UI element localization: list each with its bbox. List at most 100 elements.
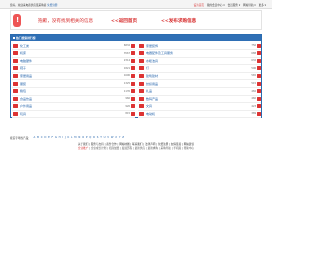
hot-item-label[interactable]: 户外用品 (20, 104, 122, 108)
letter-link[interactable]: R (93, 136, 95, 140)
hot-item-label[interactable]: 家居装饰 (146, 44, 248, 48)
arrow-right-icon[interactable] (131, 51, 135, 56)
letter-link[interactable]: C (41, 136, 43, 140)
menu-member-center[interactable]: 我的会员中心 ▾ (207, 3, 225, 7)
hot-item-label[interactable]: 家居用品 (20, 74, 122, 78)
hot-item-label[interactable]: 玩具 (20, 112, 122, 116)
letter-link[interactable]: K (68, 136, 70, 140)
hot-item-label[interactable]: 鞋子 (20, 66, 122, 70)
letter-link[interactable]: X (115, 136, 117, 140)
arrow-right-icon[interactable] (257, 81, 261, 86)
hot-item-label[interactable]: 礼品 (146, 89, 248, 93)
warning-icon (13, 14, 21, 27)
hot-item-label[interactable]: 食品饮品 (20, 97, 122, 101)
hot-item-count: 1690 (123, 74, 130, 78)
letter-index: 按首字母找产品： ABCDEFGHIJKLMNOPQRSTUVWXYZ (10, 136, 262, 140)
letter-link[interactable]: N (78, 136, 80, 140)
letter-link[interactable]: M (74, 136, 76, 140)
hot-item-label[interactable]: 服装 (20, 82, 122, 86)
hot-item-label[interactable]: 文具 (146, 104, 248, 108)
hot-item-label[interactable]: 数码产品 (146, 97, 248, 101)
hot-item-row[interactable]: 玩具 815 (12, 110, 135, 119)
letter-link[interactable]: Y (119, 136, 121, 140)
greeting: 您好，欢迎来电商供应链采购商 免费注册 (10, 3, 58, 7)
letter-link[interactable]: O (82, 136, 84, 140)
hot-item-label[interactable]: 化工类 (20, 44, 122, 48)
arrow-right-icon[interactable] (131, 96, 135, 101)
arrow-right-icon[interactable] (131, 73, 135, 78)
letter-link[interactable]: P (86, 136, 88, 140)
hot-item-label[interactable]: 建筑建材 (146, 74, 248, 78)
hot-item-count: 482 (251, 89, 256, 93)
menu-more[interactable]: 更多 ▾ (259, 3, 266, 7)
hot-item-icon (139, 89, 144, 94)
top-menu: 设为首页 我的会员中心 ▾ 会员服务 ▾ 网站导航 ▾ 更多 ▾ (194, 3, 266, 7)
hot-item-label[interactable]: 水暖洁具 (146, 59, 248, 63)
arrow-right-icon[interactable] (257, 58, 261, 63)
arrow-right-icon[interactable] (257, 51, 261, 56)
hot-item-icon (139, 73, 144, 78)
hot-item-count: 6832 (123, 44, 130, 47)
letter-link[interactable]: H (59, 136, 61, 140)
hot-item-row[interactable]: 电动机 389 (138, 110, 261, 119)
hot-item-icon (139, 104, 144, 109)
letter-link[interactable]: G (55, 136, 57, 140)
letter-link[interactable]: L (71, 136, 72, 140)
publish-request-link[interactable]: <<发布求购信息 (161, 18, 196, 24)
hot-item-count: 596 (251, 66, 256, 70)
arrow-right-icon[interactable] (131, 111, 135, 116)
hot-item-count: 565 (251, 74, 256, 78)
hot-item-count: 1325 (123, 82, 130, 85)
hot-item-count: 2314 (123, 59, 130, 63)
arrow-right-icon[interactable] (131, 66, 135, 71)
hot-item-label[interactable]: 电动机 (146, 112, 248, 116)
letter-link[interactable]: E (48, 136, 50, 140)
hot-item-count: 460 (251, 97, 256, 101)
letter-link[interactable]: D (44, 136, 46, 140)
arrow-right-icon[interactable] (257, 89, 261, 94)
menu-member-service[interactable]: 会员服务 ▾ (228, 3, 241, 7)
menu-site-nav[interactable]: 网站导航 ▾ (243, 3, 256, 7)
hot-item-count: 515 (251, 82, 256, 85)
greeting-text: 您好，欢迎来电商供应链采购商 (10, 3, 47, 7)
arrow-right-icon[interactable] (257, 66, 261, 71)
letter-link[interactable]: Q (89, 136, 91, 140)
register-link[interactable]: 免费注册 (47, 4, 57, 7)
letter-link[interactable]: J (65, 136, 66, 140)
arrow-right-icon[interactable] (257, 73, 261, 78)
arrow-right-icon[interactable] (131, 81, 135, 86)
letter-link[interactable]: W (111, 136, 114, 140)
footer-links-secondary[interactable]: 企业推广 | 企业成长计划 | 招商加盟 | 发展历程 | 最新供应 | 最新求… (0, 146, 272, 150)
arrow-right-icon[interactable] (131, 58, 135, 63)
arrow-right-icon[interactable] (257, 96, 261, 101)
footer-secondary-text[interactable]: | 企业成长计划 | 招商加盟 | 发展历程 | 最新供应 | 最新求购 | 采… (88, 147, 194, 150)
letter-link[interactable]: V (107, 136, 109, 140)
arrow-right-icon[interactable] (131, 104, 135, 109)
hot-item-label[interactable]: 箱包 (20, 89, 122, 93)
set-home-link[interactable]: 设为首页 (194, 3, 204, 7)
hot-item-label[interactable]: 电器配件及工具服务 (146, 51, 248, 55)
arrow-right-icon[interactable] (131, 43, 135, 48)
hot-item-count: 815 (125, 112, 130, 116)
letter-link[interactable]: A (34, 136, 36, 140)
arrow-right-icon[interactable] (257, 104, 261, 109)
hot-item-label[interactable]: 纺织用品 (146, 82, 248, 86)
hot-item-label[interactable]: 机床 (20, 51, 122, 55)
hot-item-label[interactable]: 灯 (146, 66, 248, 70)
letter-link[interactable]: F (52, 136, 54, 140)
hot-item-label[interactable]: 电脑硬件 (20, 59, 122, 63)
letter-link[interactable]: T (100, 136, 102, 140)
hot-item-icon (139, 58, 144, 63)
arrow-right-icon[interactable] (257, 111, 261, 116)
panel-title: 热门搜索排行榜 (16, 36, 36, 40)
footer-promo-link[interactable]: 企业推广 (78, 147, 88, 150)
letter-link[interactable]: S (97, 136, 99, 140)
arrow-right-icon[interactable] (257, 43, 261, 48)
letter-link[interactable]: U (104, 136, 106, 140)
letter-link[interactable]: B (37, 136, 39, 140)
arrow-right-icon[interactable] (131, 89, 135, 94)
letter-link[interactable]: I (62, 136, 63, 140)
not-found-message: 抱歉，没有找到相关的信息 (38, 19, 94, 24)
back-home-link[interactable]: <<返回首页 (111, 18, 137, 24)
letter-link[interactable]: Z (122, 136, 124, 140)
